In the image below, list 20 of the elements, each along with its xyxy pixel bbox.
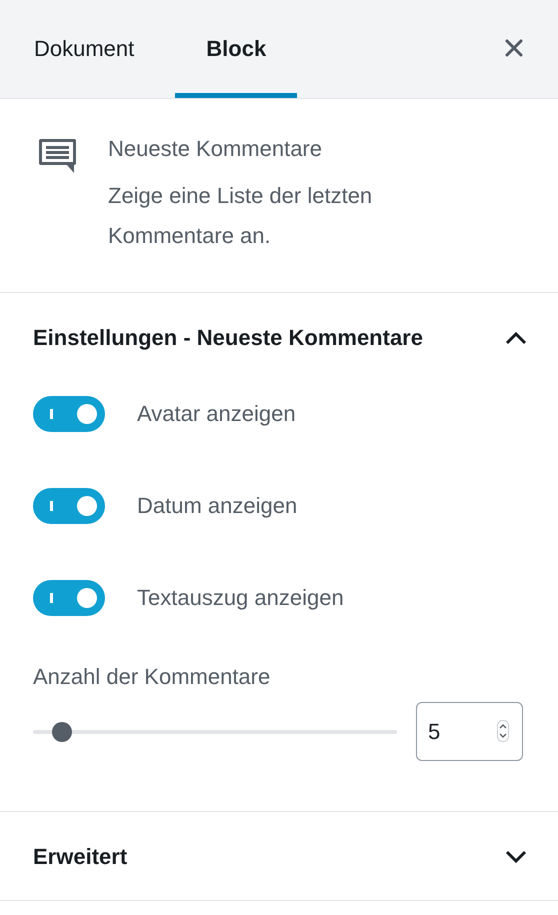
chevron-icon <box>505 331 527 345</box>
panel-header[interactable]: Einstellungen - Neueste Kommentare <box>0 293 558 381</box>
number-field[interactable]: 5 <box>416 702 523 761</box>
slider-thumb[interactable] <box>52 722 72 742</box>
tab[interactable]: Dokument <box>18 0 150 98</box>
toggle-switch[interactable] <box>33 396 105 432</box>
range-label: Anzahl der Kommentare <box>33 664 272 690</box>
close-icon[interactable] <box>504 38 524 58</box>
chevron-icon <box>505 850 527 864</box>
spinner-icon[interactable] <box>497 720 509 742</box>
toggle-switch[interactable] <box>33 488 105 524</box>
block-description: Zeige eine Liste der letzten Kommentare an. <box>108 182 374 250</box>
toggle-label: Textauszug anzeigen <box>137 585 344 611</box>
toggle-label: Datum anzeigen <box>137 493 298 519</box>
block-title: Neueste Kommentare <box>108 136 323 162</box>
comment-icon <box>38 137 78 175</box>
toggle-label: Avatar anzeigen <box>137 401 296 427</box>
panel-header[interactable]: Erweitert <box>0 812 558 900</box>
toggle-switch[interactable] <box>33 580 105 616</box>
tab[interactable]: Block <box>175 0 298 98</box>
